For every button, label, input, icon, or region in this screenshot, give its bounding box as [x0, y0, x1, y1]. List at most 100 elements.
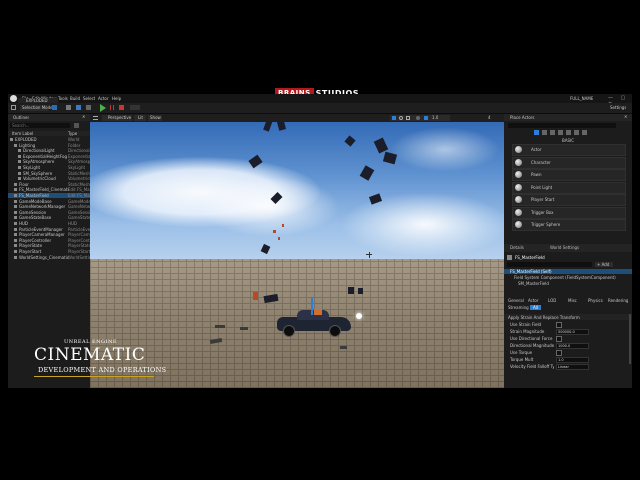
save-icon[interactable] — [11, 105, 16, 110]
outliner-row[interactable]: FS_MasterField_CinematicEdit FS_Maste — [8, 187, 90, 192]
settings-button[interactable]: Settings — [610, 105, 626, 110]
outliner-row[interactable]: GameSession GameSession — [8, 210, 90, 215]
menu-item-help[interactable]: Help — [112, 96, 121, 101]
field-gizmo[interactable] — [311, 297, 313, 315]
actor-name[interactable]: FS_MasterField — [515, 255, 545, 260]
outliner-row[interactable]: PlayerController PlayerContro — [8, 238, 90, 243]
basic-category-icon[interactable] — [534, 130, 539, 135]
outliner-row[interactable]: GameNetworkManagerGameNetwork — [8, 204, 90, 209]
snap-value[interactable]: 1.0 — [432, 115, 438, 120]
outliner-row[interactable]: EXPLODED World — [8, 137, 90, 142]
outliner-row[interactable]: SkyLight SkyLight — [8, 165, 90, 170]
filter-tab[interactable]: LOD — [548, 298, 556, 303]
close-icon[interactable]: ✕ — [624, 114, 627, 119]
volumes-category-icon[interactable] — [566, 130, 571, 135]
outliner-row[interactable]: SM_SkySphere StaticMeshAc — [8, 171, 90, 176]
launch-options-icon[interactable] — [130, 105, 140, 110]
outliner-search-input[interactable]: Search... — [10, 123, 70, 128]
place-actors-search[interactable] — [508, 123, 616, 128]
globe-icon[interactable] — [416, 116, 420, 120]
component-row[interactable]: Field System Component (FieldSystemCompo… — [504, 275, 632, 280]
more-category-icon[interactable] — [582, 130, 587, 135]
property-value-field[interactable]: 1.0 — [556, 357, 589, 363]
menu-item-actor[interactable]: Actor — [98, 96, 109, 101]
perspective-button[interactable]: Perspective — [102, 115, 132, 121]
shapes-category-icon[interactable] — [550, 130, 555, 135]
filter-tab[interactable]: Physics — [588, 298, 603, 303]
menu-item-tools[interactable]: Tools — [58, 96, 68, 101]
lights-category-icon[interactable] — [542, 130, 547, 135]
col-item-label[interactable]: Item Label — [12, 131, 33, 136]
translate-icon[interactable] — [392, 116, 396, 120]
outliner-row[interactable]: GameModeBase GameModeBa — [8, 199, 90, 204]
modes-icon[interactable] — [52, 105, 57, 110]
blueprint-icon[interactable] — [76, 105, 81, 110]
filter-tab[interactable]: General — [508, 298, 524, 303]
snap-icon[interactable] — [424, 116, 428, 120]
property-value-field[interactable]: Linear — [556, 364, 589, 370]
outliner-row[interactable]: WorldSettings_CinematicWorldSetting — [8, 255, 90, 260]
car[interactable] — [277, 297, 351, 337]
outliner-row[interactable]: PlayerCameraManagerPlayerCamer — [8, 232, 90, 237]
camera-speed[interactable]: 4 — [488, 115, 491, 120]
place-actor-item[interactable]: Pawn — [512, 169, 626, 181]
component-row[interactable]: SM_MasterField — [504, 281, 632, 286]
play-icon[interactable] — [100, 104, 106, 112]
outliner-row[interactable]: Lighting Folder — [8, 143, 90, 148]
outliner-row[interactable]: HUD HUD — [8, 221, 90, 226]
place-actor-item[interactable]: Character — [512, 156, 626, 169]
menu-item-select[interactable]: Select — [83, 96, 95, 101]
place-actor-item[interactable]: Point Light — [512, 181, 626, 194]
stop-icon[interactable] — [119, 105, 124, 110]
outliner-row[interactable]: ParticleEventManager ParticleEven — [8, 227, 90, 232]
transform-tools[interactable]: 1.0 — [390, 115, 450, 121]
filter-icon[interactable] — [74, 123, 79, 128]
property-value-field[interactable]: 1000.0 — [556, 343, 589, 349]
tab-details[interactable]: Details — [508, 245, 526, 251]
visual-category-icon[interactable] — [558, 130, 563, 135]
window-controls[interactable]: — ▢ ✕ — [608, 95, 630, 107]
unreal-logo-icon[interactable] — [10, 95, 17, 102]
filter-tab[interactable]: Rendering — [608, 298, 628, 303]
menu-item-build[interactable]: Build — [70, 96, 80, 101]
selection-mode-button[interactable]: Selection Mode — [20, 105, 53, 111]
details-search[interactable] — [507, 262, 592, 267]
tab-world-settings[interactable]: World Settings — [548, 245, 581, 251]
place-actor-item[interactable]: Actor — [512, 144, 626, 156]
place-actor-item[interactable]: Player Start — [512, 194, 626, 206]
property-checkbox[interactable] — [556, 350, 562, 356]
outliner-row[interactable]: SkyAtmosphere SkyAtmosphe — [8, 159, 90, 164]
scale-icon[interactable] — [406, 116, 410, 120]
outliner-row[interactable]: VolumetricCloud VolumetricClo — [8, 176, 90, 181]
outliner-row[interactable]: PlayerStart PlayerStart — [8, 249, 90, 254]
outliner-row[interactable]: PlayerState PlayerState — [8, 243, 90, 248]
tab-streaming[interactable]: Streaming — [508, 305, 529, 310]
property-value-field[interactable]: 500000.0 — [556, 329, 589, 335]
category-icons[interactable] — [534, 130, 604, 136]
filter-tab[interactable]: Misc — [568, 298, 577, 303]
hamburger-icon[interactable] — [93, 116, 98, 120]
rotate-icon[interactable] — [399, 116, 403, 120]
outliner-row[interactable]: DirectionalLight DirectionalLi — [8, 148, 90, 153]
component-root[interactable]: FS_MasterField (Self) — [504, 269, 632, 274]
tab-all[interactable]: All — [530, 305, 541, 310]
outliner-row[interactable]: GameStateBase GameStateBa — [8, 215, 90, 220]
pause-icon[interactable] — [110, 105, 114, 110]
show-button[interactable]: Show — [148, 115, 162, 121]
property-checkbox[interactable] — [556, 322, 562, 328]
place-actor-item[interactable]: Trigger Sphere — [512, 219, 626, 231]
content-icon[interactable] — [66, 105, 71, 110]
close-icon[interactable]: ✕ — [82, 114, 85, 119]
outliner-row[interactable]: FS_MasterField Edit FS_Maste — [8, 193, 90, 198]
details-scrollbar[interactable] — [629, 314, 631, 364]
place-actor-item[interactable]: Trigger Box — [512, 206, 626, 219]
all-classes-icon[interactable] — [574, 130, 579, 135]
col-type[interactable]: Type — [68, 131, 77, 136]
property-checkbox[interactable] — [556, 336, 562, 342]
section-header[interactable]: Apply Strain And Replace Transform — [504, 314, 632, 320]
outliner-row[interactable]: Floor StaticMeshAc — [8, 182, 90, 187]
lit-button[interactable]: Lit — [134, 115, 146, 121]
cinematics-icon[interactable] — [86, 105, 91, 110]
field-gizmo[interactable] — [314, 309, 322, 315]
level-viewport[interactable] — [90, 117, 504, 388]
